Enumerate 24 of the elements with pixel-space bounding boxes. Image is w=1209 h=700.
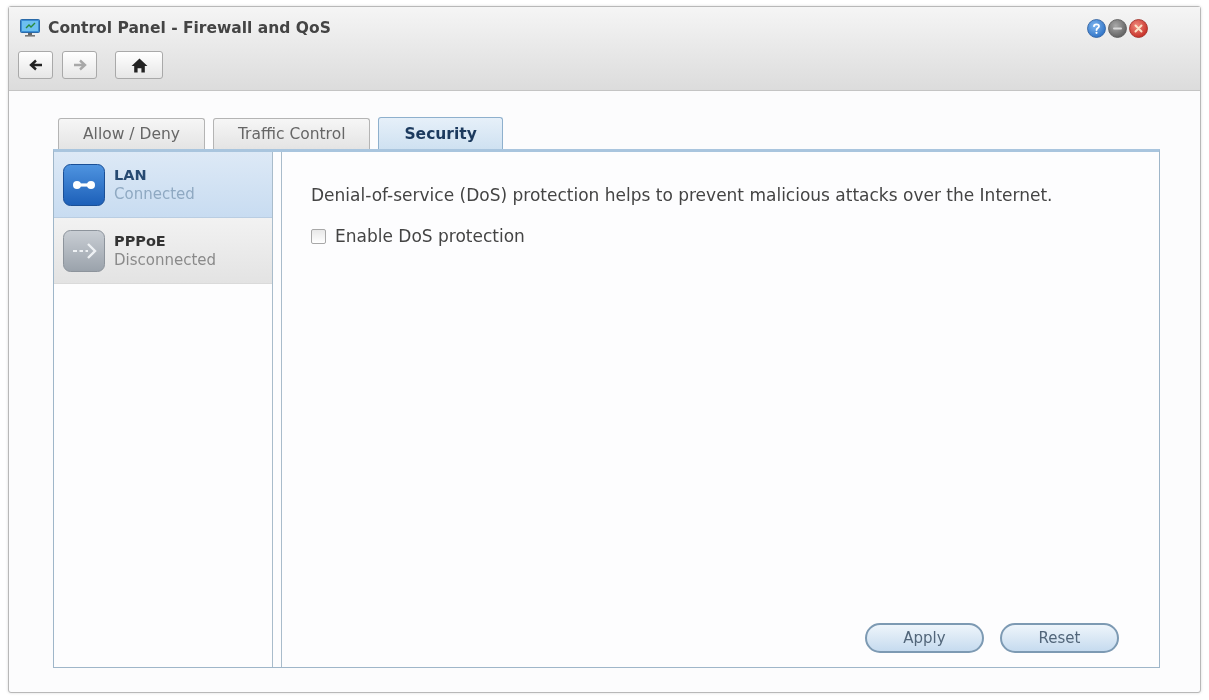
home-icon: [130, 57, 148, 73]
left-arrow-icon: [28, 59, 43, 71]
apply-button[interactable]: Apply: [865, 623, 984, 653]
item-status: Disconnected: [114, 250, 217, 269]
minimize-icon[interactable]: [1108, 18, 1127, 38]
item-title: PPPoE: [114, 232, 167, 249]
window-title: Control Panel - Firewall and QoS: [48, 19, 332, 37]
checkbox[interactable]: [311, 229, 326, 244]
reset-button[interactable]: Reset: [1000, 623, 1119, 653]
close-icon[interactable]: [1129, 18, 1148, 38]
tab[interactable]: Allow / Deny: [58, 118, 205, 149]
back-button[interactable]: [18, 51, 53, 79]
description-text: Denial-of-service (DoS) protection helps to prevent malicious attacks over the Internet.: [311, 185, 1054, 206]
sidebar-item[interactable]: PPPoE Disconnected: [54, 218, 272, 284]
item-status: Connected: [114, 184, 195, 203]
help-icon[interactable]: [1087, 18, 1106, 38]
tab[interactable]: Traffic Control: [212, 118, 371, 149]
monitor-icon: [20, 19, 40, 37]
checkbox-label: Enable DoS protection: [335, 226, 525, 247]
sidebar-item[interactable]: LAN Connected: [54, 152, 272, 218]
home-button[interactable]: [115, 51, 163, 79]
item-title: LAN: [114, 166, 148, 183]
tab[interactable]: Security: [378, 117, 503, 149]
right-arrow-icon: [72, 59, 87, 71]
